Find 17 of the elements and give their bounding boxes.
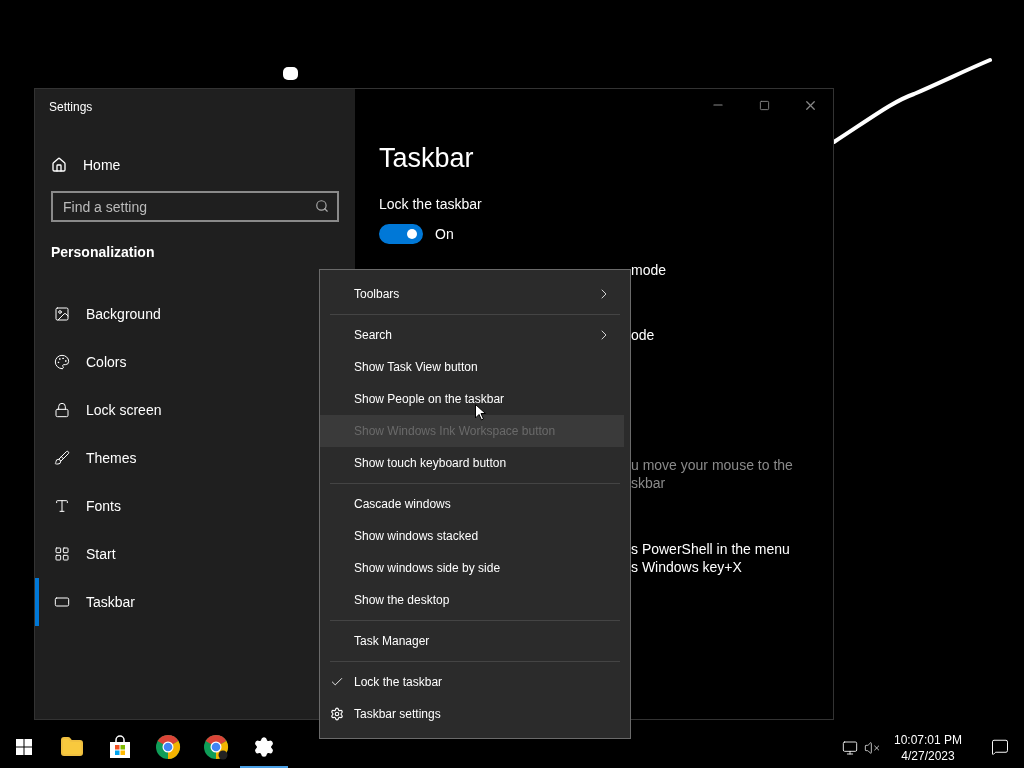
setting-label: Lock the taskbar bbox=[379, 196, 483, 212]
setting-text: u move your mouse to the bbox=[631, 456, 794, 474]
window-title: Settings bbox=[48, 99, 94, 116]
menu-item[interactable]: Lock the taskbar bbox=[320, 666, 624, 698]
home-button[interactable]: Home bbox=[51, 153, 121, 177]
clock[interactable]: 10:07:01 PM 4/27/2023 bbox=[885, 732, 970, 764]
setting-text: skbar bbox=[631, 474, 667, 492]
search-field[interactable]: Find a setting bbox=[51, 191, 339, 222]
menu-item[interactable]: Task Manager bbox=[320, 625, 624, 657]
setting-text: s Windows key+X bbox=[631, 558, 743, 576]
setting-text: ode bbox=[631, 326, 656, 344]
toggle-label: On bbox=[435, 225, 454, 243]
menu-item[interactable]: Taskbar settings bbox=[320, 698, 624, 730]
section-heading: Personalization bbox=[51, 244, 156, 260]
setting-text: s PowerShell in the menu bbox=[631, 540, 791, 558]
setting-text: mode bbox=[631, 261, 668, 279]
page-title: Taskbar bbox=[379, 143, 475, 174]
